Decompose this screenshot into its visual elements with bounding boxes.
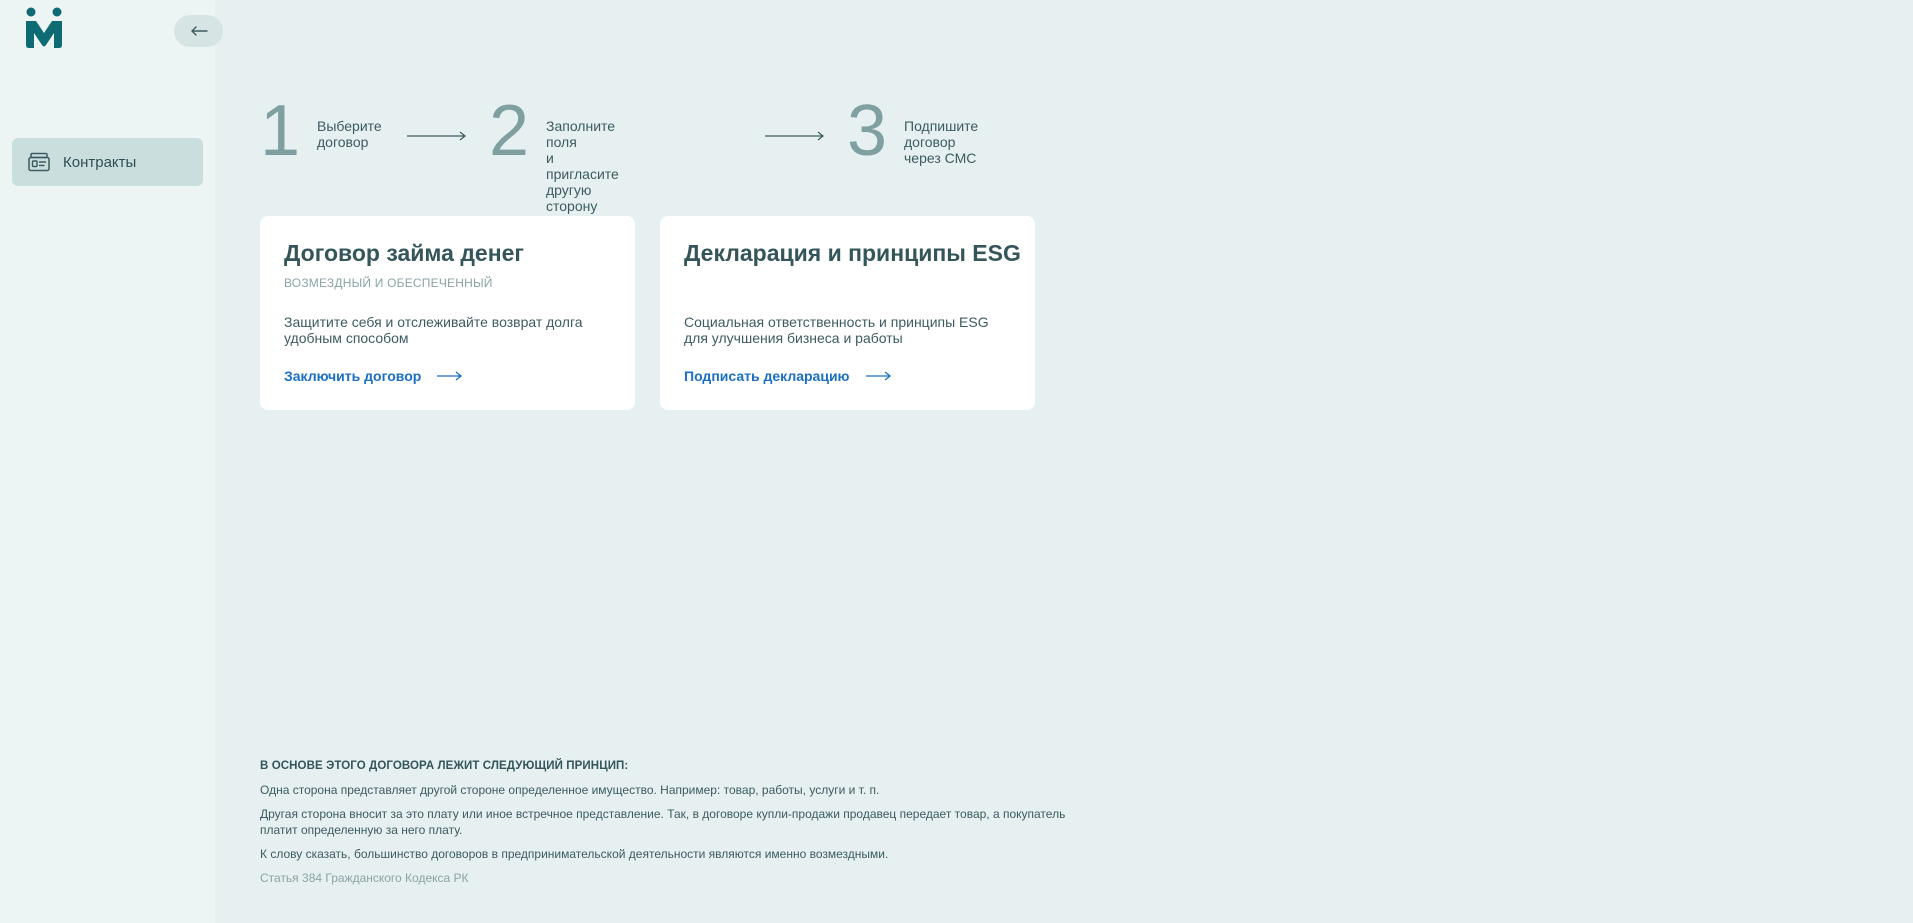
step-number: 1 [260, 91, 301, 171]
sidebar-item-contracts[interactable]: Контракты [12, 138, 203, 186]
card-link-label: Заключить договор [284, 368, 422, 384]
sign-declaration-link[interactable]: Подписать декларацию [684, 368, 892, 384]
app-root: Контракты 1 Выберите договор 2 Заполните… [0, 0, 1913, 923]
card-link-label: Подписать декларацию [684, 368, 850, 384]
contract-principle-info: В ОСНОВЕ ЭТОГО ДОГОВОРА ЛЕЖИТ СЛЕДУЮЩИЙ … [260, 760, 1090, 886]
card-description: Социальная ответственность и принципы ES… [684, 314, 989, 346]
contracts-icon [27, 150, 51, 174]
arrow-right-icon [865, 371, 892, 381]
arrow-right-icon [437, 371, 463, 381]
card-subtitle: ВОЗМЕЗДНЫЙ И ОБЕСПЕЧЕННЫЙ [284, 276, 493, 290]
arrow-left-icon [190, 26, 208, 36]
step-text: Заполните поля и пригласите другую сторо… [546, 118, 619, 214]
collapse-sidebar-button[interactable] [174, 15, 223, 47]
arrow-right-icon [407, 128, 467, 146]
step-number: 3 [847, 91, 888, 171]
info-source: Статья 384 Гражданского Кодекса РК [260, 871, 469, 885]
info-paragraph: Одна сторона представляет другой стороне… [260, 783, 880, 797]
card-description: Защитите себя и отслеживайте возврат дол… [284, 314, 583, 346]
card-title: Декларация и принципы ESG [684, 240, 1021, 266]
info-paragraph: К слову сказать, большинство договоров в… [260, 847, 889, 861]
step-text: Выберите договор [317, 118, 382, 150]
card-title: Договор займа денег [284, 240, 524, 266]
contract-card-esg[interactable]: Декларация и принципы ESG Социальная отв… [660, 216, 1035, 410]
contract-card-loan[interactable]: Договор займа денег ВОЗМЕЗДНЫЙ И ОБЕСПЕЧ… [260, 216, 635, 410]
step-text: Подпишите договор через СМС [904, 118, 979, 166]
people-logo-icon[interactable] [24, 7, 64, 49]
sidebar-item-label: Контракты [63, 153, 137, 171]
info-paragraph: Другая сторона вносит за это плату или и… [260, 807, 1066, 837]
conclude-contract-link[interactable]: Заключить договор [284, 368, 463, 384]
sidebar: Контракты [0, 0, 223, 923]
step-number: 2 [489, 91, 530, 171]
arrow-right-icon [765, 128, 825, 146]
info-heading: В ОСНОВЕ ЭТОГО ДОГОВОРА ЛЕЖИТ СЛЕДУЮЩИЙ … [260, 760, 629, 772]
